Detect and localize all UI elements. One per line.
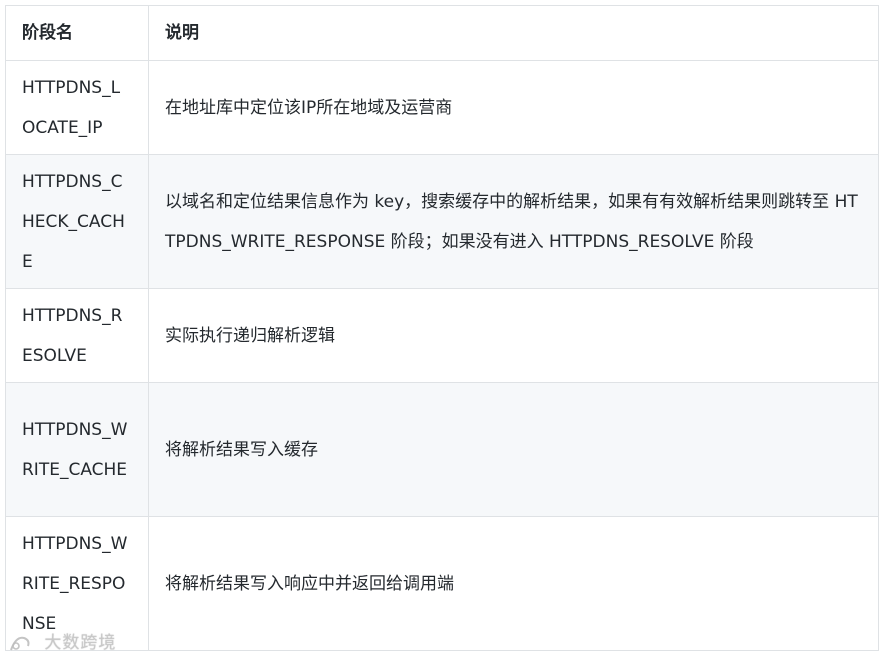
table-row: HTTPDNS_WRITE_RESPONSE 将解析结果写入响应中并返回给调用端: [5, 516, 879, 651]
description-cell: 将解析结果写入缓存: [148, 382, 879, 517]
watermark-text: 大数跨境: [44, 633, 117, 653]
table-header-row: 阶段名 说明: [5, 5, 879, 61]
table-row: HTTPDNS_RESOLVE 实际执行递归解析逻辑: [5, 288, 879, 383]
stage-table: 阶段名 说明 HTTPDNS_LOCATE_IP 在地址库中定位该IP所在地域及…: [5, 5, 879, 651]
stage-name-cell: HTTPDNS_WRITE_CACHE: [5, 382, 149, 517]
table-row: HTTPDNS_WRITE_CACHE 将解析结果写入缓存: [5, 382, 879, 517]
watermark-logo-icon: [10, 636, 30, 651]
header-description: 说明: [148, 5, 879, 61]
table-row: HTTPDNS_CHECK_CACHE 以域名和定位结果信息作为 key，搜索缓…: [5, 154, 879, 289]
table-row: HTTPDNS_LOCATE_IP 在地址库中定位该IP所在地域及运营商: [5, 60, 879, 155]
watermark: 大数跨境: [8, 628, 116, 654]
stage-table-container: 阶段名 说明 HTTPDNS_LOCATE_IP 在地址库中定位该IP所在地域及…: [5, 5, 879, 651]
description-cell: 实际执行递归解析逻辑: [148, 288, 879, 383]
description-cell: 以域名和定位结果信息作为 key，搜索缓存中的解析结果，如果有有效解析结果则跳转…: [148, 154, 879, 289]
stage-name-cell: HTTPDNS_RESOLVE: [5, 288, 149, 383]
stage-name-cell: HTTPDNS_LOCATE_IP: [5, 60, 149, 155]
stage-name-cell: HTTPDNS_CHECK_CACHE: [5, 154, 149, 289]
header-stage-name: 阶段名: [5, 5, 149, 61]
description-cell: 在地址库中定位该IP所在地域及运营商: [148, 60, 879, 155]
description-cell: 将解析结果写入响应中并返回给调用端: [148, 516, 879, 651]
